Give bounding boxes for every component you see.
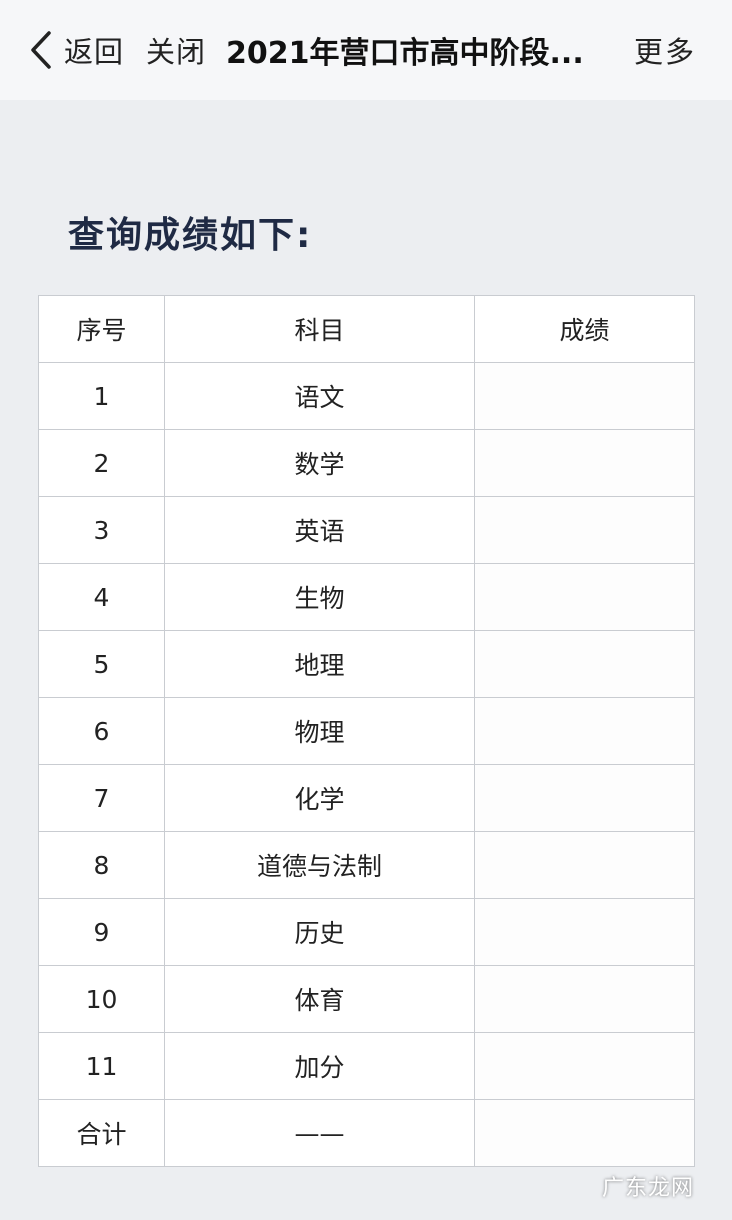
chevron-left-icon	[30, 31, 52, 69]
table-row: 1 语文	[38, 362, 695, 430]
row-score	[474, 362, 695, 430]
row-score	[474, 429, 695, 497]
back-button[interactable]: 返回	[30, 29, 124, 71]
results-heading: 查询成绩如下:	[68, 215, 313, 256]
table-row-total: 合计 ——	[38, 1099, 695, 1167]
row-index: 5	[38, 630, 165, 698]
row-score	[474, 764, 695, 832]
row-index: 7	[38, 764, 165, 832]
row-subject: 物理	[164, 697, 475, 765]
row-subject: ——	[164, 1099, 475, 1167]
row-subject: 英语	[164, 496, 475, 564]
row-subject: 地理	[164, 630, 475, 698]
row-index: 6	[38, 697, 165, 765]
row-index: 8	[38, 831, 165, 899]
table-row: 2 数学	[38, 429, 695, 497]
header-subject: 科目	[164, 295, 475, 363]
top-nav-bar: 返回 关闭 2021年营口市高中阶段... 更多	[0, 0, 732, 100]
row-index: 2	[38, 429, 165, 497]
table-header-row: 序号 科目 成绩	[38, 295, 695, 363]
row-index: 3	[38, 496, 165, 564]
row-index: 1	[38, 362, 165, 430]
row-index: 合计	[38, 1099, 165, 1167]
header-index: 序号	[38, 295, 165, 363]
row-index: 4	[38, 563, 165, 631]
table-row: 7 化学	[38, 764, 695, 832]
table-row: 11 加分	[38, 1032, 695, 1100]
row-subject: 加分	[164, 1032, 475, 1100]
row-index: 10	[38, 965, 165, 1033]
page-title: 2021年营口市高中阶段...	[226, 36, 584, 71]
table-row: 4 生物	[38, 563, 695, 631]
table-row: 8 道德与法制	[38, 831, 695, 899]
row-score	[474, 831, 695, 899]
score-table: 序号 科目 成绩 1 语文 2 数学 3 英语 4 生物 5 地理 6 物理 7…	[38, 295, 695, 1167]
row-score	[474, 630, 695, 698]
table-row: 6 物理	[38, 697, 695, 765]
close-button[interactable]: 关闭	[146, 29, 206, 71]
row-subject: 历史	[164, 898, 475, 966]
row-score	[474, 1032, 695, 1100]
back-label: 返回	[64, 35, 125, 69]
table-row: 10 体育	[38, 965, 695, 1033]
row-subject: 生物	[164, 563, 475, 631]
row-score	[474, 697, 695, 765]
row-score	[474, 496, 695, 564]
row-subject: 语文	[164, 362, 475, 430]
more-button[interactable]: 更多	[634, 29, 696, 71]
row-score	[474, 965, 695, 1033]
watermark: 广东龙网	[601, 1176, 694, 1201]
row-subject: 化学	[164, 764, 475, 832]
row-index: 9	[38, 898, 165, 966]
table-row: 9 历史	[38, 898, 695, 966]
row-score	[474, 1099, 695, 1167]
row-subject: 体育	[164, 965, 475, 1033]
table-row: 3 英语	[38, 496, 695, 564]
row-subject: 数学	[164, 429, 475, 497]
header-score: 成绩	[474, 295, 695, 363]
row-index: 11	[38, 1032, 165, 1100]
row-subject: 道德与法制	[164, 831, 475, 899]
row-score	[474, 563, 695, 631]
table-row: 5 地理	[38, 630, 695, 698]
row-score	[474, 898, 695, 966]
